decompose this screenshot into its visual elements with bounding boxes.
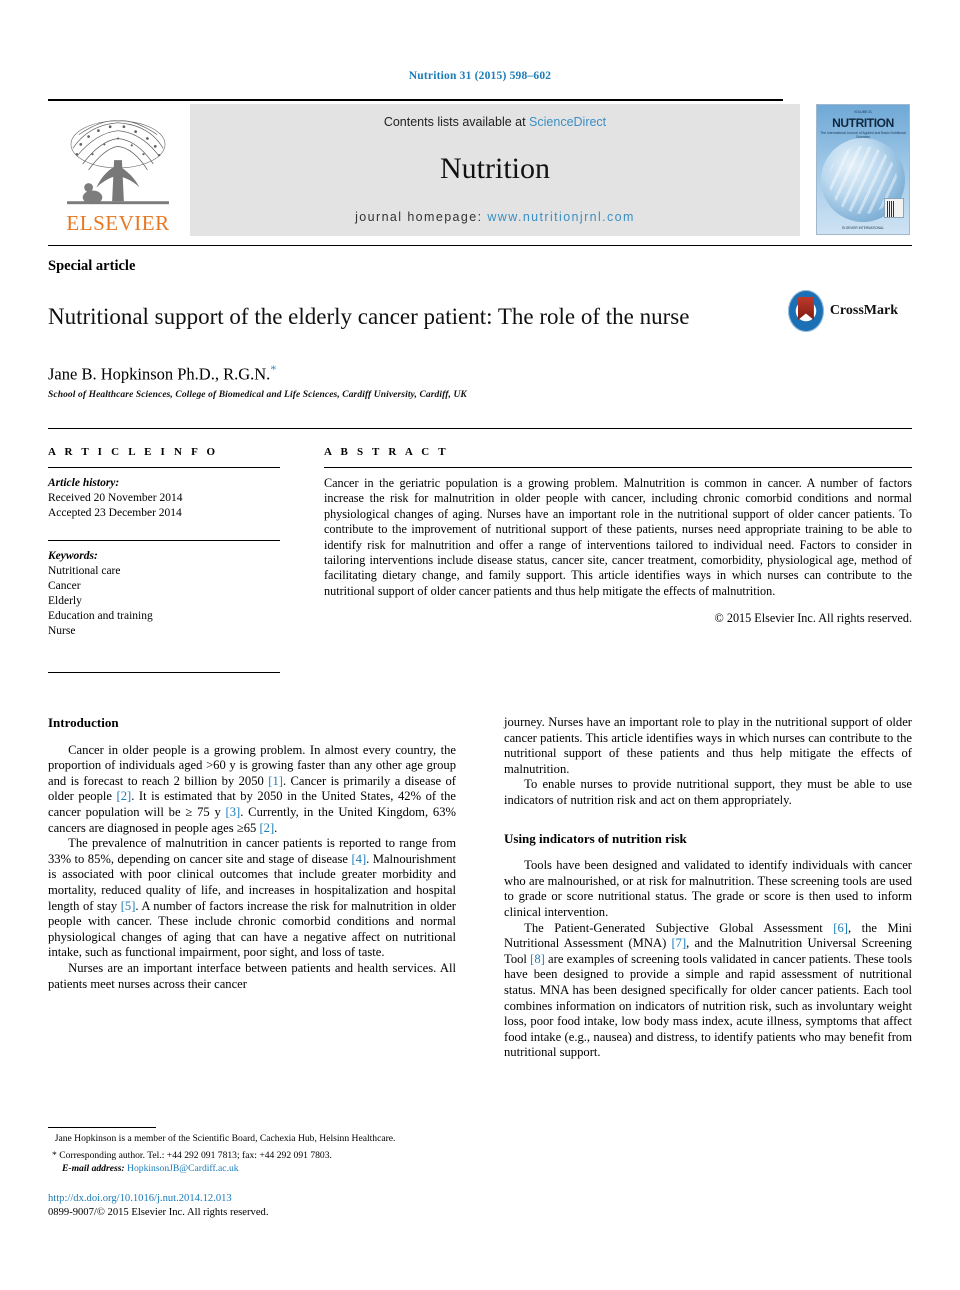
header-divider	[48, 245, 912, 246]
citation-ref[interactable]: [1]	[268, 774, 283, 788]
abstract-copyright: © 2015 Elsevier Inc. All rights reserved…	[714, 611, 912, 626]
article-type-label: Special article	[48, 258, 136, 274]
footnote-disclosure: Jane Hopkinson is a member of the Scient…	[54, 1133, 396, 1144]
email-link[interactable]: HopkinsonJB@Cardiff.ac.uk	[127, 1163, 239, 1174]
text-run: .	[274, 820, 278, 835]
paragraph: Cancer in older people is a growing prob…	[48, 743, 456, 837]
crossmark-badge[interactable]: CrossMark	[788, 288, 898, 334]
citation-ref[interactable]: [7]	[671, 936, 686, 950]
abstract-divider	[48, 428, 912, 429]
homepage-url-link[interactable]: www.nutritionjrnl.com	[487, 210, 635, 224]
homepage-label: journal homepage:	[355, 210, 488, 224]
body-column-left: Introduction Cancer in older people is a…	[48, 715, 456, 992]
body-column-right: journey. Nurses have an important role t…	[504, 715, 912, 1061]
keywords-rule	[48, 540, 280, 541]
keyword-item: Education and training	[48, 610, 153, 622]
article-info-panel: A R T I C L E I N F O Article history: R…	[48, 446, 280, 639]
page-title: Nutritional support of the elderly cance…	[48, 304, 690, 330]
crossmark-label: CrossMark	[829, 303, 898, 318]
article-history-label: Article history:	[48, 477, 120, 489]
abstract-rule	[324, 467, 912, 468]
keyword-item: Nurse	[48, 625, 76, 637]
contents-line: Contents lists available at ScienceDirec…	[190, 115, 800, 129]
journal-cover-thumbnail: VOLUME 31 NUTRITION The International Jo…	[816, 104, 910, 235]
sciencedirect-link[interactable]: ScienceDirect	[529, 115, 606, 129]
corresponding-author-marker: *	[270, 362, 277, 376]
running-head: Nutrition 31 (2015) 598–602	[408, 70, 552, 82]
author-line: Jane B. Hopkinson Ph.D., R.G.N.*	[48, 362, 276, 385]
text-run: are examples of screening tools validate…	[504, 951, 912, 1060]
citation-ref[interactable]: [6]	[833, 921, 848, 935]
section-heading-indicators: Using indicators of nutrition risk	[504, 830, 687, 846]
elsevier-logo: ELSEVIER	[48, 104, 188, 236]
journal-banner: Contents lists available at ScienceDirec…	[190, 104, 800, 236]
paper-page: Nutrition 31 (2015) 598–602 ELSEVIER Con…	[0, 0, 960, 1290]
footnote-contact: Corresponding author. Tel.: +44 292 091 …	[56, 1150, 332, 1161]
abstract-text: Cancer in the geriatric population is a …	[324, 476, 912, 598]
paragraph: The prevalence of malnutrition in cancer…	[48, 836, 456, 961]
info-bottom-rule	[48, 672, 280, 673]
elsevier-wordmark: ELSEVIER	[66, 211, 170, 235]
paragraph: To enable nurses to provide nutritional …	[504, 777, 912, 807]
journal-homepage-line: journal homepage: www.nutritionjrnl.com	[190, 210, 800, 224]
paragraph: Nurses are an important interface betwee…	[48, 960, 456, 991]
affiliation: School of Healthcare Sciences, College o…	[48, 390, 467, 400]
citation-ref[interactable]: [3]	[226, 805, 241, 819]
keywords-label: Keywords:	[48, 550, 98, 562]
barcode-icon	[884, 198, 904, 218]
citation-ref[interactable]: [2]	[259, 821, 274, 835]
article-info-rule	[48, 467, 280, 468]
journal-title: Nutrition	[440, 152, 550, 185]
footnote-block: Jane Hopkinson is a member of the Scient…	[48, 1132, 448, 1175]
section-heading-introduction: Introduction	[48, 715, 119, 730]
article-history: Article history: Received 20 November 20…	[48, 476, 280, 521]
journal-masthead: ELSEVIER Contents lists available at Sci…	[48, 99, 912, 236]
article-info-heading: A R T I C L E I N F O	[48, 446, 219, 458]
author-name: Jane B. Hopkinson Ph.D., R.G.N.	[48, 364, 271, 384]
keyword-item: Nutritional care	[48, 565, 121, 577]
keywords-list: Keywords: Nutritional care Cancer Elderl…	[48, 549, 280, 639]
text-run: The Patient-Generated Subjective Global …	[524, 920, 834, 935]
citation-ref[interactable]: [4]	[351, 852, 366, 866]
crossmark-icon	[788, 290, 824, 332]
paragraph: Tools have been designed and validated t…	[504, 858, 912, 919]
cover-footer: ELSEVIER INTERNATIONAL	[842, 226, 884, 230]
issn-copyright: 0899-9007/© 2015 Elsevier Inc. All right…	[48, 1207, 269, 1218]
journal-cover-cell: VOLUME 31 NUTRITION The International Jo…	[816, 104, 912, 236]
doi-link[interactable]: http://dx.doi.org/10.1016/j.nut.2014.12.…	[48, 1192, 468, 1206]
history-accepted: Accepted 23 December 2014	[48, 507, 182, 519]
abstract-heading: A B S T R A C T	[324, 446, 449, 458]
footnote-corresponding: * Corresponding author. Tel.: +44 292 09…	[48, 1149, 448, 1175]
citation-ref[interactable]: [8]	[530, 952, 545, 966]
masthead-top-rule	[48, 99, 783, 101]
email-label: E-mail address:	[62, 1163, 125, 1174]
citation-ref[interactable]: [2]	[117, 789, 132, 803]
footnote-rule	[48, 1127, 156, 1128]
paragraph: journey. Nurses have an important role t…	[504, 715, 912, 776]
contents-prefix: Contents lists available at	[383, 115, 530, 129]
paragraph: The Patient-Generated Subjective Global …	[504, 921, 912, 1061]
cover-volume-line: VOLUME 31	[854, 110, 872, 114]
doi-block: http://dx.doi.org/10.1016/j.nut.2014.12.…	[48, 1192, 468, 1220]
history-received: Received 20 November 2014	[48, 492, 183, 504]
elsevier-tree-icon	[67, 120, 169, 205]
citation-ref[interactable]: [5]	[121, 899, 136, 913]
keyword-item: Elderly	[48, 595, 82, 607]
abstract-panel: A B S T R A C T Cancer in the geriatric …	[324, 446, 912, 626]
cover-title: NUTRITION	[832, 116, 894, 130]
keyword-item: Cancer	[48, 580, 81, 592]
